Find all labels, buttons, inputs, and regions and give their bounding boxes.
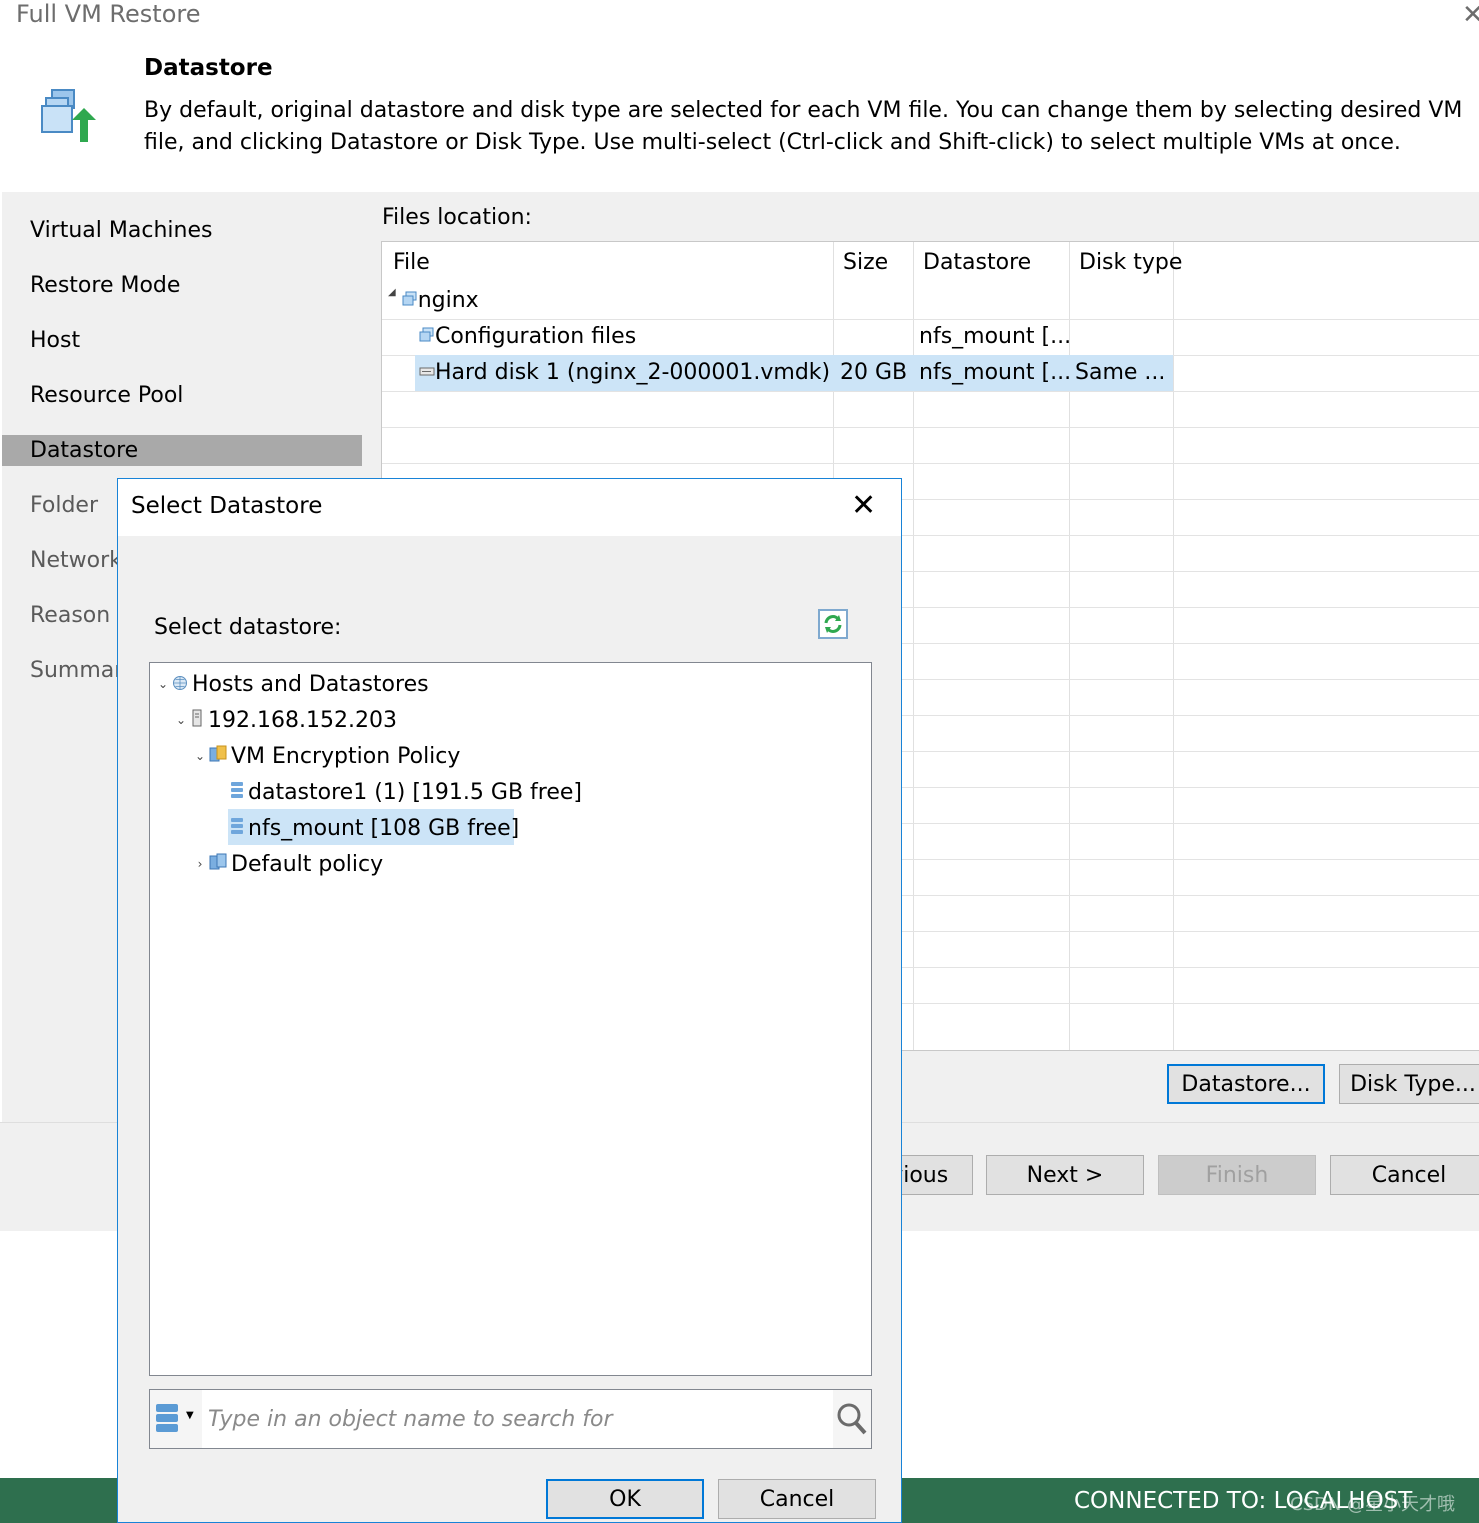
nav-item-host[interactable]: Host <box>30 328 80 353</box>
nav-item-folder: Folder <box>30 493 98 518</box>
tree-node-policy[interactable]: ⌄ VM Encryption Policy <box>193 739 460 773</box>
file-name: nginx <box>417 288 479 313</box>
chevron-down-icon[interactable]: ⌄ <box>156 677 170 691</box>
server-icon <box>190 708 204 733</box>
dialog-cancel-button[interactable]: Cancel <box>718 1479 876 1519</box>
nav-item-network: Network <box>30 548 122 573</box>
table-row[interactable]: ◢ nginx <box>388 287 479 313</box>
file-name: Hard disk 1 (nginx_2-000001.vmdk) <box>435 360 831 385</box>
tree-node-datastore1[interactable]: datastore1 (1) [191.5 GB free] <box>228 775 582 809</box>
chevron-right-icon[interactable]: › <box>193 857 207 871</box>
hard-disk-icon <box>419 360 435 385</box>
window-close-icon[interactable]: ✕ <box>1462 0 1479 30</box>
datastore-icon <box>156 1402 180 1440</box>
nav-item-datastore[interactable]: Datastore <box>30 438 138 463</box>
disk-type-cell: Same ... <box>1075 360 1166 385</box>
vm-icon <box>402 288 418 313</box>
column-header-file[interactable]: File <box>393 250 430 275</box>
file-name: Configuration files <box>435 324 637 349</box>
tree-node-nfs-mount[interactable]: nfs_mount [108 GB free] <box>228 811 519 845</box>
datastore-button[interactable]: Datastore... <box>1167 1064 1325 1104</box>
disk-type-button[interactable]: Disk Type... <box>1339 1064 1479 1104</box>
column-header-disk-type[interactable]: Disk type <box>1079 250 1182 275</box>
datastore-tree[interactable]: ⌄ Hosts and Datastores ⌄ 192.168.152.203… <box>149 662 872 1376</box>
search-type-dropdown[interactable]: ▼ <box>150 1390 202 1448</box>
tree-label: Hosts and Datastores <box>192 671 429 697</box>
datastore-icon <box>230 780 244 805</box>
chevron-down-icon[interactable]: ⌄ <box>174 713 188 727</box>
column-header-datastore[interactable]: Datastore <box>923 250 1031 275</box>
nav-item-resource-pool[interactable]: Resource Pool <box>30 383 183 408</box>
tree-label: nfs_mount [108 GB free] <box>248 815 520 841</box>
table-row[interactable]: Configuration files <box>419 324 636 349</box>
dialog-title: Select Datastore <box>131 493 323 519</box>
column-header-size[interactable]: Size <box>843 250 888 275</box>
search-box: ▼ <box>149 1389 872 1449</box>
nav-item-restore-mode[interactable]: Restore Mode <box>30 273 180 298</box>
watermark: CSDN @星小天才哦 <box>1290 1494 1456 1515</box>
size-cell: 20 GB <box>840 360 908 385</box>
tree-node-host[interactable]: ⌄ 192.168.152.203 <box>174 703 397 737</box>
step-title: Datastore <box>144 55 273 81</box>
select-datastore-label: Select datastore: <box>154 615 342 640</box>
tree-label: VM Encryption Policy <box>231 743 461 769</box>
tree-node-root[interactable]: ⌄ Hosts and Datastores <box>156 667 429 701</box>
storage-policy-icon <box>209 744 227 769</box>
tree-label: Default policy <box>231 851 384 877</box>
config-files-icon <box>419 324 435 349</box>
refresh-icon[interactable] <box>818 609 848 639</box>
finish-button: Finish <box>1158 1155 1316 1195</box>
tree-label: 192.168.152.203 <box>208 707 397 733</box>
chevron-down-icon[interactable]: ⌄ <box>193 749 207 763</box>
table-row[interactable]: Hard disk 1 (nginx_2-000001.vmdk) <box>419 360 830 385</box>
vm-restore-icon <box>40 88 100 148</box>
dialog-close-icon[interactable]: ✕ <box>851 489 876 523</box>
window-title: Full VM Restore <box>16 0 201 28</box>
tree-label: datastore1 (1) [191.5 GB free] <box>248 779 582 805</box>
nav-item-virtual-machines[interactable]: Virtual Machines <box>30 218 212 243</box>
chevron-down-icon[interactable]: ▼ <box>186 1410 194 1421</box>
step-description: By default, original datastore and disk … <box>144 98 1463 155</box>
datastore-cell: nfs_mount [... <box>919 360 1072 385</box>
tree-node-default-policy[interactable]: › Default policy <box>193 847 384 881</box>
dialog-titlebar: Select Datastore ✕ <box>118 479 901 536</box>
ok-button[interactable]: OK <box>546 1479 704 1519</box>
collapse-triangle-icon[interactable]: ◢ <box>388 287 396 298</box>
cancel-button[interactable]: Cancel <box>1330 1155 1479 1195</box>
next-button[interactable]: Next > <box>986 1155 1144 1195</box>
datastore-cell: nfs_mount [... <box>919 324 1072 349</box>
nav-item-reason: Reason <box>30 603 111 628</box>
globe-datastores-icon <box>172 672 188 697</box>
select-datastore-dialog: Select Datastore ✕ Select datastore: ⌄ H… <box>117 478 902 1523</box>
search-input[interactable] <box>206 1396 830 1442</box>
search-icon[interactable] <box>833 1390 871 1448</box>
datastore-icon <box>230 816 244 841</box>
files-location-label: Files location: <box>382 205 532 230</box>
storage-policy-icon <box>209 852 227 877</box>
